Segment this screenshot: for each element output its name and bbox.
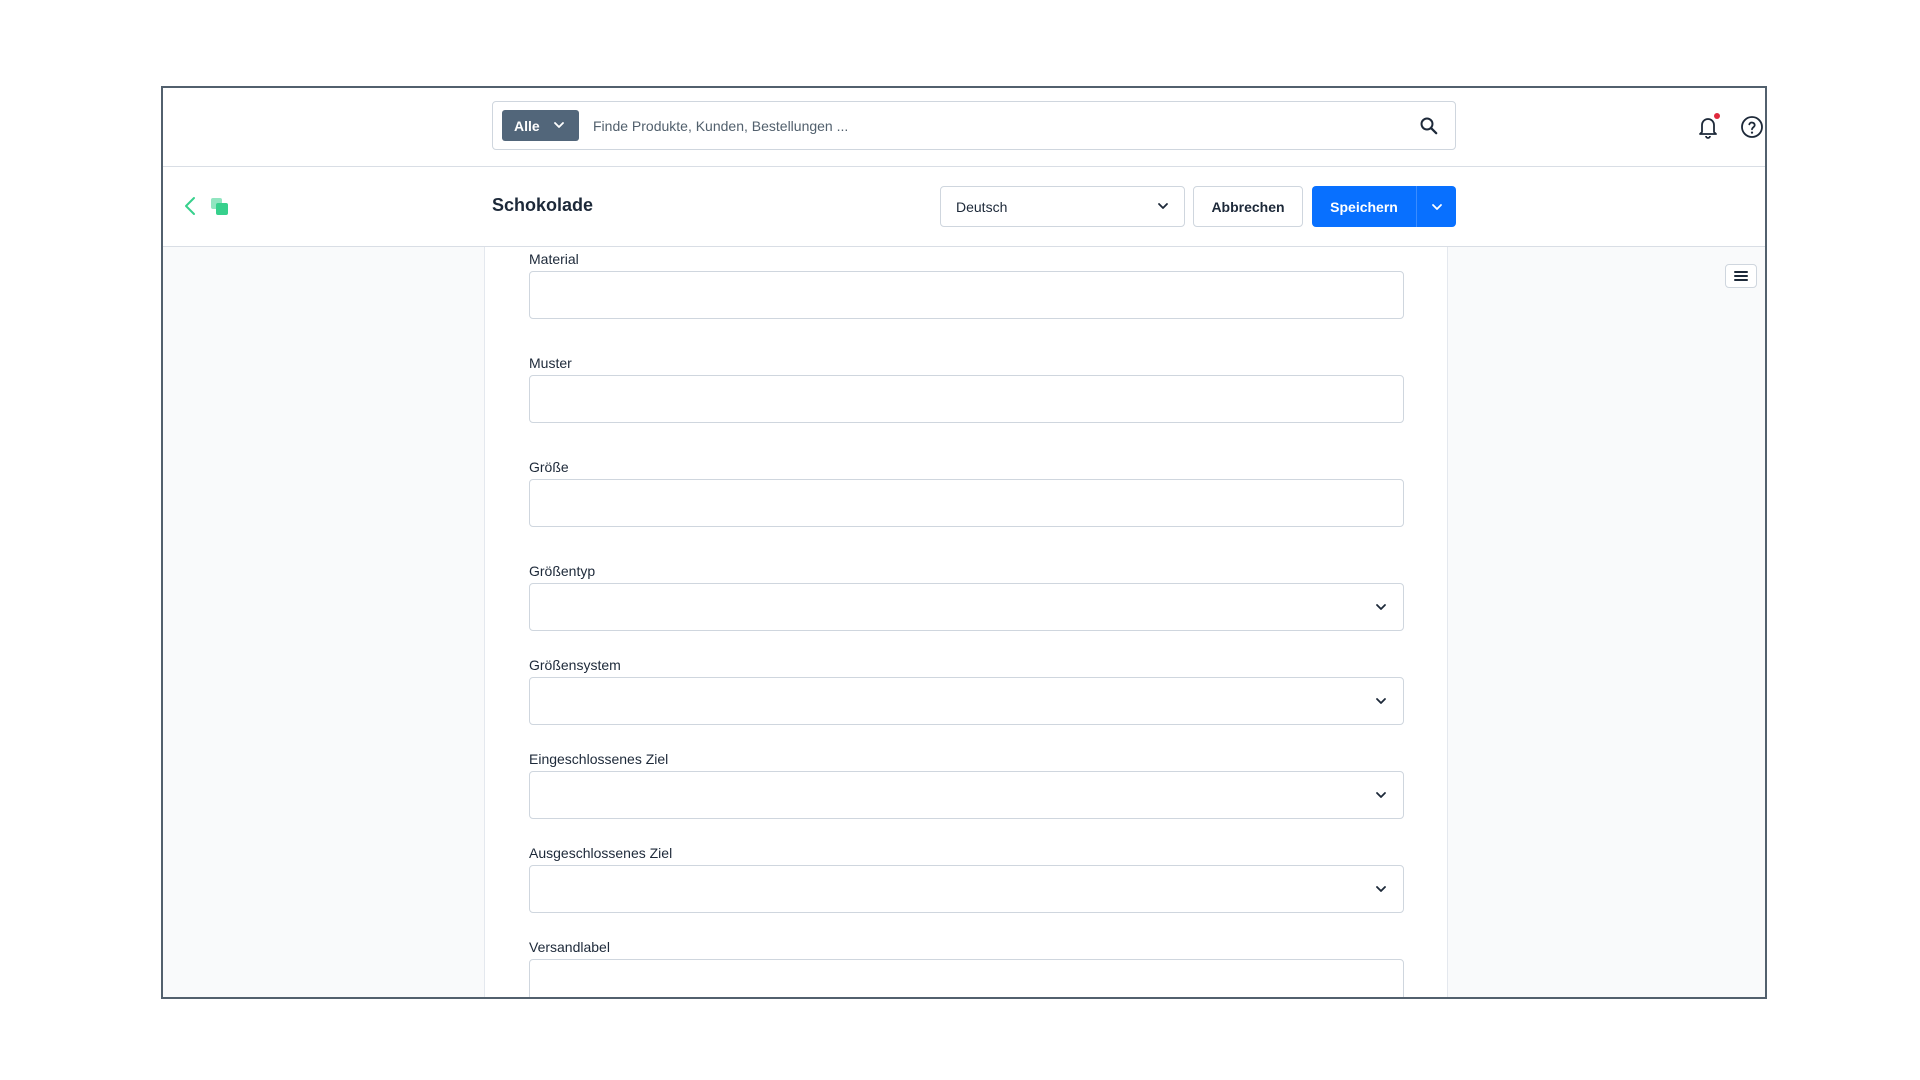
form-field: Größentyp bbox=[529, 561, 1404, 631]
form-field: Versandlabel bbox=[529, 937, 1404, 997]
save-button[interactable]: Speichern bbox=[1312, 186, 1416, 227]
content-area: Material Muster Größe Größentyp Größensy… bbox=[163, 247, 1765, 997]
help-icon[interactable] bbox=[1740, 115, 1764, 139]
search-scope-label: Alle bbox=[514, 117, 540, 134]
field-label: Muster bbox=[529, 355, 572, 371]
chevron-left-icon[interactable] bbox=[183, 194, 197, 218]
global-search: Alle bbox=[492, 101, 1456, 150]
smart-bar: Schokolade Deutsch Abbrechen Speichern bbox=[163, 167, 1765, 247]
chevron-down-icon bbox=[1376, 698, 1386, 704]
form-field: Eingeschlossenes Ziel bbox=[529, 749, 1404, 819]
chevron-down-icon bbox=[1431, 203, 1442, 210]
field-label: Größe bbox=[529, 459, 569, 475]
field-label: Größentyp bbox=[529, 563, 596, 579]
included-destination-select[interactable] bbox=[529, 771, 1404, 819]
chevron-down-icon bbox=[1376, 604, 1386, 610]
save-options-button[interactable] bbox=[1416, 186, 1456, 227]
field-label: Material bbox=[529, 251, 579, 267]
copy-icon bbox=[211, 198, 228, 215]
cancel-button[interactable]: Abbrechen bbox=[1193, 186, 1303, 227]
app-window: Alle Schokolade Deutsch Abbrechen Speich… bbox=[161, 86, 1767, 999]
language-switch[interactable]: Deutsch bbox=[940, 186, 1185, 227]
language-label: Deutsch bbox=[956, 198, 1008, 215]
field-label: Größensystem bbox=[529, 657, 621, 673]
chevron-down-icon bbox=[1376, 792, 1386, 798]
search-input[interactable] bbox=[593, 110, 1393, 141]
notification-badge bbox=[1714, 113, 1720, 119]
form-field: Material bbox=[529, 249, 1404, 319]
top-bar: Alle bbox=[163, 88, 1765, 167]
form-field: Größensystem bbox=[529, 655, 1404, 725]
chevron-down-icon bbox=[553, 122, 564, 128]
hamburger-icon bbox=[1734, 271, 1748, 281]
size-system-select[interactable] bbox=[529, 677, 1404, 725]
product-form-card: Material Muster Größe Größentyp Größensy… bbox=[484, 247, 1448, 997]
chevron-down-icon bbox=[1158, 203, 1168, 209]
field-label: Versandlabel bbox=[529, 939, 610, 955]
form-field: Muster bbox=[529, 353, 1404, 423]
size-input[interactable] bbox=[529, 479, 1404, 527]
excluded-destination-select[interactable] bbox=[529, 865, 1404, 913]
field-label: Ausgeschlossenes Ziel bbox=[529, 845, 673, 861]
search-scope-dropdown[interactable]: Alle bbox=[502, 110, 579, 141]
chevron-down-icon bbox=[1376, 886, 1386, 892]
size-type-select[interactable] bbox=[529, 583, 1404, 631]
material-input[interactable] bbox=[529, 271, 1404, 319]
form-field: Ausgeschlossenes Ziel bbox=[529, 843, 1404, 913]
form-field: Größe bbox=[529, 457, 1404, 527]
shipping-label-input[interactable] bbox=[529, 959, 1404, 997]
sidebar-toggle-button[interactable] bbox=[1725, 264, 1757, 288]
pattern-input[interactable] bbox=[529, 375, 1404, 423]
field-label: Eingeschlossenes Ziel bbox=[529, 751, 669, 767]
page-title: Schokolade bbox=[492, 195, 594, 215]
search-icon[interactable] bbox=[1419, 116, 1439, 136]
